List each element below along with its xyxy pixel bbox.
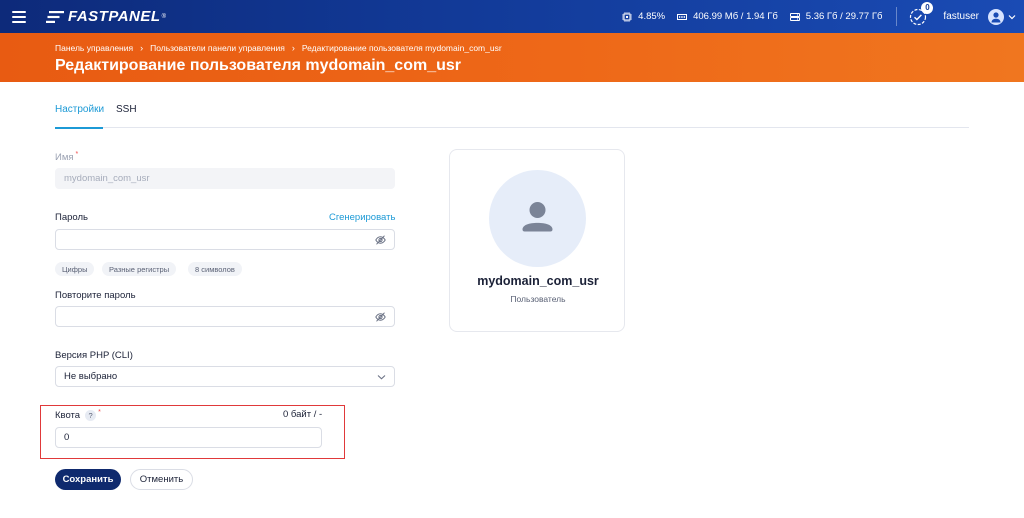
breadcrumb-item-dashboard[interactable]: Панель управления	[55, 43, 133, 53]
breadcrumb: Панель управления › Пользователи панели …	[55, 43, 502, 53]
quota-label-text: Квота	[55, 410, 81, 422]
logo[interactable]: FASTPANEL ®	[46, 0, 166, 33]
user-card-name: mydomain_com_usr	[477, 274, 599, 288]
breadcrumb-separator: ›	[140, 43, 144, 53]
divider	[896, 7, 898, 26]
quota-usage: 0 байт / -	[283, 409, 323, 420]
name-label-text: Имя	[55, 152, 74, 164]
save-button[interactable]: Сохранить	[55, 469, 121, 490]
php-version-select[interactable]: Не выбрано	[55, 366, 395, 387]
chevron-down-icon[interactable]	[1008, 13, 1016, 21]
hint-length-chip: 8 символов	[188, 262, 242, 276]
help-icon[interactable]: ?	[85, 410, 97, 422]
required-mark: *	[75, 151, 79, 158]
tasks-button[interactable]: 0	[909, 1, 934, 26]
user-card-role: Пользователь	[510, 294, 566, 304]
cancel-button[interactable]: Отменить	[130, 469, 193, 490]
repeat-password-label: Повторите пароль	[55, 290, 136, 301]
tab-ssh[interactable]: SSH	[116, 104, 137, 128]
username[interactable]: fastuser	[943, 11, 979, 22]
breadcrumb-separator: ›	[291, 43, 295, 53]
quota-label: Квота? *	[55, 409, 101, 421]
server-stats: 4.85% 406.99 Мб / 1.94 Гб 5.36 Гб / 29.7…	[622, 0, 1024, 33]
notification-badge: 0	[921, 1, 934, 14]
quota-field[interactable]: 0	[55, 427, 322, 448]
page-header: Панель управления › Пользователи панели …	[0, 33, 1024, 82]
chevron-down-icon	[377, 375, 386, 380]
menu-icon[interactable]	[2, 0, 36, 33]
generate-password-link[interactable]: Сгенерировать	[329, 212, 395, 223]
user-card: mydomain_com_usr Пользователь	[449, 149, 625, 332]
php-version-label: Версия PHP (CLI)	[55, 350, 133, 361]
tab-settings[interactable]: Настройки	[55, 104, 104, 129]
memory-value: 406.99 Мб / 1.94 Гб	[693, 11, 778, 22]
cpu-icon	[622, 11, 633, 22]
hint-digits-chip: Цифры	[55, 262, 95, 276]
disk-icon	[789, 12, 800, 22]
eye-off-icon[interactable]	[375, 312, 386, 322]
hint-mixed-case-chip: Разные регистры	[102, 262, 177, 276]
disk-value: 5.36 Гб / 29.77 Гб	[805, 11, 883, 22]
name-field: mydomain_com_usr	[55, 168, 395, 189]
user-avatar-icon	[489, 170, 586, 267]
page-title: Редактирование пользователя mydomain_com…	[55, 57, 461, 74]
cpu-stat[interactable]: 4.85%	[622, 11, 665, 22]
repeat-password-field[interactable]	[55, 306, 395, 327]
eye-off-icon[interactable]	[375, 235, 386, 245]
logo-registered-mark: ®	[161, 13, 166, 20]
memory-stat[interactable]: 406.99 Мб / 1.94 Гб	[677, 11, 778, 22]
cpu-value: 4.85%	[638, 11, 666, 22]
tab-bar: Настройки SSH	[55, 104, 969, 129]
required-mark: *	[98, 409, 101, 416]
password-field[interactable]	[55, 229, 395, 250]
top-bar: FASTPANEL ® 4.85% 406.99 Мб / 1.94 Гб 5.…	[0, 0, 1024, 33]
logo-mark-icon	[46, 10, 64, 23]
php-version-value: Не выбрано	[64, 371, 118, 382]
memory-icon	[677, 12, 688, 22]
password-label: Пароль	[55, 212, 88, 223]
user-avatar-icon[interactable]	[988, 8, 1004, 25]
logo-text: FASTPANEL	[68, 8, 161, 25]
name-label: Имя *	[55, 151, 78, 163]
disk-stat[interactable]: 5.36 Гб / 29.77 Гб	[789, 11, 883, 22]
breadcrumb-item-current: Редактирование пользователя mydomain_com…	[301, 43, 502, 53]
quota-field-value: 0	[64, 432, 70, 443]
name-field-value: mydomain_com_usr	[64, 173, 150, 184]
breadcrumb-item-panel-users[interactable]: Пользователи панели управления	[150, 43, 285, 53]
